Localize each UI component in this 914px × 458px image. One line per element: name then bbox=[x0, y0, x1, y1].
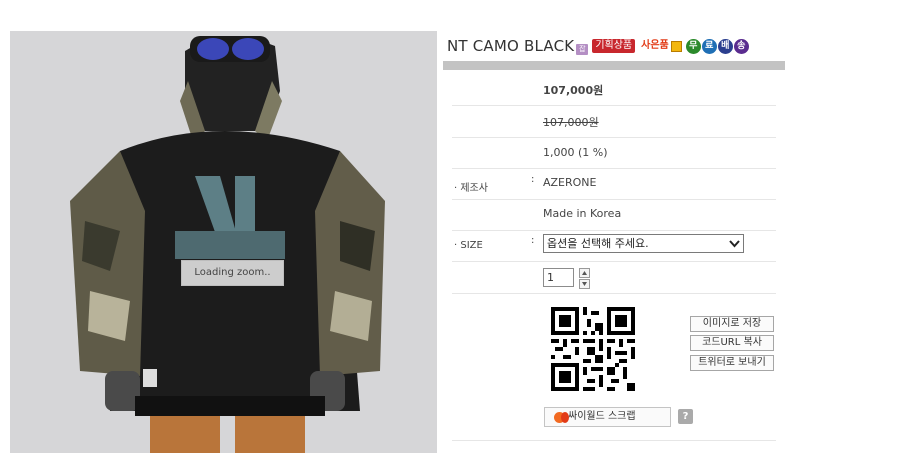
product-title-row: NT CAMO BLACK 잡 기획상품 사은품 무 료 배 송 bbox=[447, 36, 750, 56]
manufacturer-value: AZERONE bbox=[543, 176, 597, 189]
qr-row: 이미지로 저장 코드URL 복사 트위터로 보내기 싸이월드 스크랩 ? bbox=[452, 294, 776, 441]
size-select-value: 옵션을 선택해 주세요. bbox=[547, 237, 649, 250]
size-label: · SIZE bbox=[454, 240, 483, 251]
size-colon: : bbox=[531, 235, 535, 246]
free-shipping-char: 무 bbox=[685, 38, 701, 54]
loading-zoom-indicator: Loading zoom.. bbox=[181, 260, 284, 286]
product-info-table: 107,000원 107,000원 1,000 (1 %) · 제조사 : AZ… bbox=[452, 73, 776, 441]
cyworld-scrap-button[interactable]: 싸이월드 스크랩 bbox=[544, 407, 671, 427]
cyworld-logo-icon bbox=[561, 412, 569, 423]
planned-product-badge: 기획상품 bbox=[592, 39, 636, 53]
free-shipping-char: 배 bbox=[717, 38, 733, 54]
points-row: 1,000 (1 %) bbox=[452, 138, 776, 169]
new-icon: 잡 bbox=[576, 43, 589, 55]
quantity-stepper[interactable] bbox=[579, 268, 590, 289]
send-to-twitter-button[interactable]: 트위터로 보내기 bbox=[690, 355, 774, 371]
copy-code-url-button[interactable]: 코드URL 복사 bbox=[690, 335, 774, 351]
size-row: · SIZE : 옵션을 선택해 주세요. bbox=[452, 231, 776, 262]
quantity-input[interactable]: 1 bbox=[543, 268, 574, 287]
product-title: NT CAMO BLACK bbox=[447, 37, 575, 55]
free-shipping-badge: 무 료 배 송 bbox=[685, 38, 750, 54]
list-price-row: 107,000원 bbox=[452, 106, 776, 138]
quantity-row: 1 bbox=[452, 262, 776, 294]
help-icon[interactable]: ? bbox=[678, 409, 693, 424]
free-shipping-char: 송 bbox=[733, 38, 749, 54]
qr-code-image bbox=[551, 307, 635, 391]
manufacturer-row: · 제조사 : AZERONE bbox=[452, 169, 776, 200]
free-shipping-char: 료 bbox=[701, 38, 717, 54]
save-as-image-button[interactable]: 이미지로 저장 bbox=[690, 316, 774, 332]
size-select[interactable]: 옵션을 선택해 주세요. bbox=[543, 234, 744, 253]
manufacturer-colon: : bbox=[531, 174, 535, 185]
decrement-icon[interactable] bbox=[579, 279, 590, 289]
increment-icon[interactable] bbox=[579, 268, 590, 278]
reward-points: 1,000 (1 %) bbox=[543, 146, 608, 159]
list-price: 107,000원 bbox=[543, 116, 599, 129]
gift-box-icon bbox=[670, 40, 682, 52]
origin-row: Made in Korea bbox=[452, 200, 776, 231]
title-divider-bar bbox=[443, 61, 785, 70]
product-photo-illustration bbox=[70, 36, 385, 453]
chevron-down-icon bbox=[729, 240, 740, 248]
gift-badge: 사은품 bbox=[641, 40, 669, 51]
product-image[interactable]: Loading zoom.. bbox=[10, 31, 437, 453]
sale-price-row: 107,000원 bbox=[452, 73, 776, 106]
sale-price: 107,000원 bbox=[543, 84, 604, 97]
manufacturer-label: · 제조사 bbox=[454, 183, 488, 194]
origin-value: Made in Korea bbox=[543, 207, 622, 220]
cyworld-scrap-label: 싸이월드 스크랩 bbox=[568, 411, 636, 422]
